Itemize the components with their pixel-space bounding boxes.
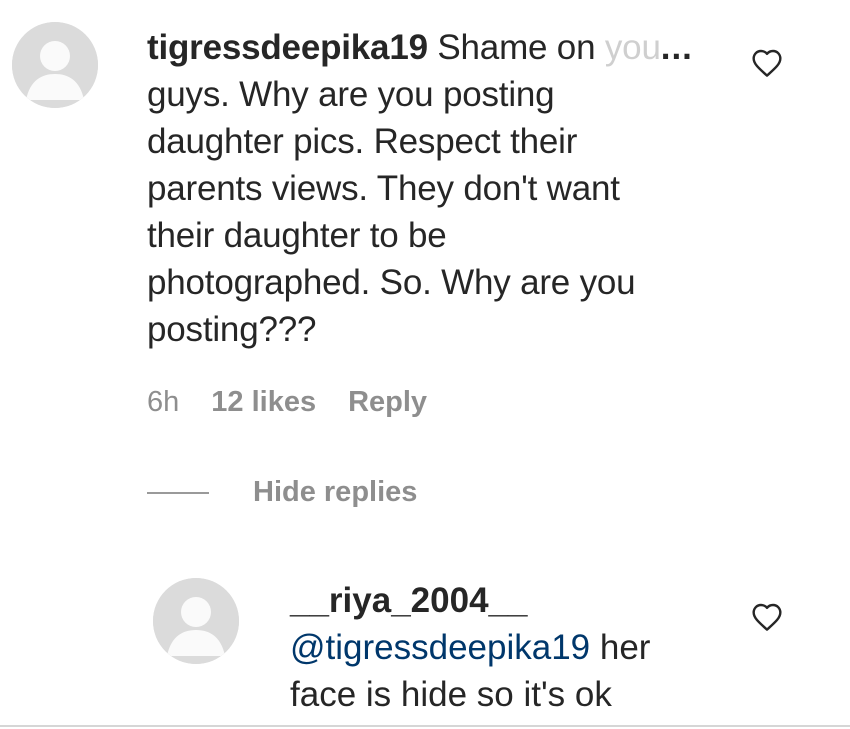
- reply-button[interactable]: Reply: [348, 386, 427, 419]
- comment-text-line: photographed. So. Why are you: [147, 263, 636, 302]
- comment-meta: 6h 12 likes Reply: [147, 386, 427, 419]
- default-avatar-icon: [153, 578, 239, 664]
- reply-mention[interactable]: @tigressdeepika19: [290, 628, 590, 667]
- comment-likes[interactable]: 12 likes: [211, 386, 316, 419]
- hide-replies-label: Hide replies: [253, 476, 418, 508]
- reply-text: her: [590, 628, 651, 667]
- comment-text-first: Shame on: [437, 28, 596, 67]
- comment-text-line: guys. Why are you posting: [147, 75, 555, 114]
- avatar[interactable]: [12, 22, 98, 108]
- comments-panel: tigressdeepika19 Shame on you... guys. W…: [0, 0, 850, 729]
- comment-body: tigressdeepika19 Shame on you... guys. W…: [147, 24, 707, 353]
- comment-username[interactable]: tigressdeepika19: [147, 28, 428, 67]
- comment-text-line: posting???: [147, 310, 317, 349]
- default-avatar-icon: [12, 22, 98, 108]
- divider-line: [147, 491, 209, 494]
- like-reply-button[interactable]: [751, 602, 783, 632]
- reply-avatar[interactable]: [153, 578, 239, 664]
- comment-text-faded: you: [604, 28, 661, 67]
- reply-body: __riya_2004__ @tigressdeepika19 her face…: [290, 577, 730, 718]
- comment-text-line: parents views. They don't want: [147, 169, 620, 208]
- hide-replies-button[interactable]: Hide replies: [147, 476, 417, 509]
- comment-text-line: their daughter to be: [147, 216, 447, 255]
- reply-username[interactable]: __riya_2004__: [290, 577, 730, 624]
- comment-text-line: daughter pics. Respect their: [147, 122, 578, 161]
- more-ellipsis[interactable]: ...: [661, 28, 693, 67]
- bottom-divider: [0, 725, 850, 727]
- heart-outline-icon: [752, 49, 782, 77]
- like-comment-button[interactable]: [751, 48, 783, 78]
- heart-outline-icon: [752, 603, 782, 631]
- reply-text-line: face is hide so it's ok: [290, 675, 612, 714]
- comment-time[interactable]: 6h: [147, 386, 179, 419]
